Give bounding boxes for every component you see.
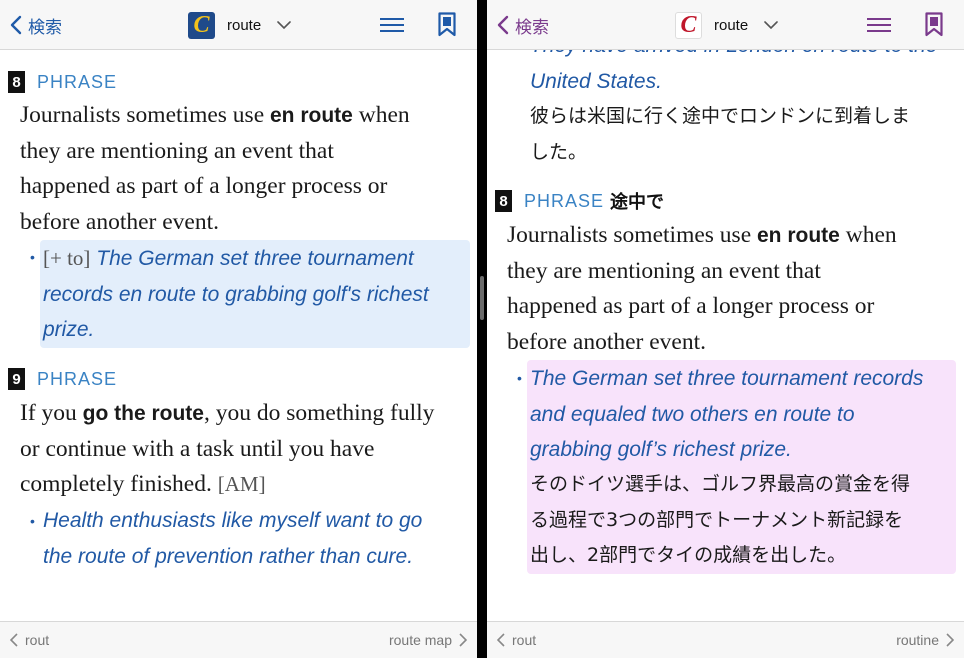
right-navbar: 検索 C route xyxy=(487,0,964,50)
right-back-button[interactable]: 検索 xyxy=(497,12,549,38)
right-footer: rout routine xyxy=(487,621,964,658)
grammar-note: [+ to] xyxy=(43,246,91,270)
bullet: • xyxy=(517,370,522,386)
definition-line: happened as part of a longer process or xyxy=(20,173,388,200)
prev-entry-button[interactable]: rout xyxy=(10,632,49,648)
sense-header-9: 9 PHRASE xyxy=(8,367,117,391)
left-back-button[interactable]: 検索 xyxy=(10,12,62,38)
menu-icon[interactable] xyxy=(380,17,404,33)
example-sentence[interactable]: They have arrived in London en route to … xyxy=(530,50,960,99)
definition-line: before another event. xyxy=(20,208,219,235)
right-dictionary-pane: 検索 C route They have arrived in London e… xyxy=(487,0,964,658)
phrase-label: PHRASE xyxy=(37,71,118,92)
chevron-right-icon xyxy=(459,633,467,647)
definition-line: completely finished. [AM] xyxy=(20,471,266,498)
chevron-down-icon xyxy=(764,20,779,29)
next-entry-button[interactable]: route map xyxy=(389,632,467,648)
example-translation: 彼らは米国に行く途中でロンドンに到着しま した。 xyxy=(530,105,911,163)
split-view-divider xyxy=(477,0,487,658)
definition-line: they are mentioning an event that xyxy=(507,257,821,284)
cobuild-logo-icon: C xyxy=(188,11,215,39)
headword-phrase: en route xyxy=(270,104,353,127)
definition-line: Journalists sometimes use en route when xyxy=(507,222,897,248)
entry-title: route xyxy=(227,16,262,34)
bullet: • xyxy=(30,249,35,265)
right-dictionary-switcher[interactable]: C route xyxy=(675,11,779,39)
definition-text: Journalists sometimes use en route when … xyxy=(507,218,957,360)
prev-entry-button[interactable]: rout xyxy=(497,632,536,648)
left-entry-content: 8 PHRASE Journalists sometimes use en ro… xyxy=(0,50,477,621)
definition-text: If you go the route, you do something fu… xyxy=(20,396,475,503)
bookmark-icon[interactable] xyxy=(925,12,943,37)
menu-icon[interactable] xyxy=(867,17,891,33)
example-sentence: [+ to] The German set three tournament r… xyxy=(43,246,429,342)
sense-number: 8 xyxy=(8,71,25,93)
definition-text: Journalists sometimes use en route when … xyxy=(20,98,470,240)
left-footer: rout route map xyxy=(0,621,477,658)
next-entry-label: routine xyxy=(896,632,939,648)
region-label: [AM] xyxy=(217,472,266,497)
back-label: 検索 xyxy=(28,17,62,37)
dictionary-logo-icon: C xyxy=(675,11,702,39)
back-label: 検索 xyxy=(515,17,549,37)
definition-line: they are mentioning an event that xyxy=(20,137,334,164)
left-dictionary-switcher[interactable]: C route xyxy=(188,11,292,39)
chevron-left-icon xyxy=(497,15,509,35)
prev-entry-label: rout xyxy=(25,632,50,648)
headword-phrase: go the route xyxy=(82,402,204,425)
chevron-left-icon xyxy=(10,633,18,647)
example-sentence[interactable]: Health enthusiasts like myself want to g… xyxy=(43,503,473,574)
definition-line: happened as part of a longer process or xyxy=(507,293,875,320)
sense-header-8: 8 PHRASE 途中で xyxy=(495,189,664,213)
chevron-left-icon xyxy=(10,15,22,35)
right-entry-content: They have arrived in London en route to … xyxy=(487,50,964,621)
chevron-down-icon xyxy=(277,20,292,29)
definition-line: If you go the route, you do something fu… xyxy=(20,400,435,426)
sense-header-8: 8 PHRASE xyxy=(8,70,117,94)
next-entry-button[interactable]: routine xyxy=(896,632,954,648)
example-sentence: The German set three tournament records … xyxy=(530,367,924,462)
definition-line: or continue with a task until you have xyxy=(20,435,375,462)
phrase-label: PHRASE xyxy=(37,368,118,389)
bookmark-icon[interactable] xyxy=(438,12,456,37)
definition-line: Journalists sometimes use en route when xyxy=(20,102,410,128)
next-entry-label: route map xyxy=(388,632,452,648)
sense-number: 8 xyxy=(495,190,512,212)
phrase-label: PHRASE xyxy=(524,190,605,211)
japanese-gloss: 途中で xyxy=(610,192,665,212)
bullet: • xyxy=(30,513,35,529)
split-view-handle[interactable] xyxy=(480,276,484,320)
left-dictionary-pane: 検索 C route 8 PHRASE Journalists sometime… xyxy=(0,0,477,658)
entry-title: route xyxy=(714,16,749,34)
sense-number: 9 xyxy=(8,368,25,390)
definition-line: before another event. xyxy=(507,328,706,355)
prev-entry-label: rout xyxy=(512,632,537,648)
chevron-left-icon xyxy=(497,633,505,647)
chevron-right-icon xyxy=(946,633,954,647)
example-translation: そのドイツ選手は、ゴルフ界最高の賞金を得 る過程で3つの部門でトーナメント新記録… xyxy=(530,473,911,567)
headword-phrase: en route xyxy=(757,224,840,247)
left-navbar: 検索 C route xyxy=(0,0,477,50)
